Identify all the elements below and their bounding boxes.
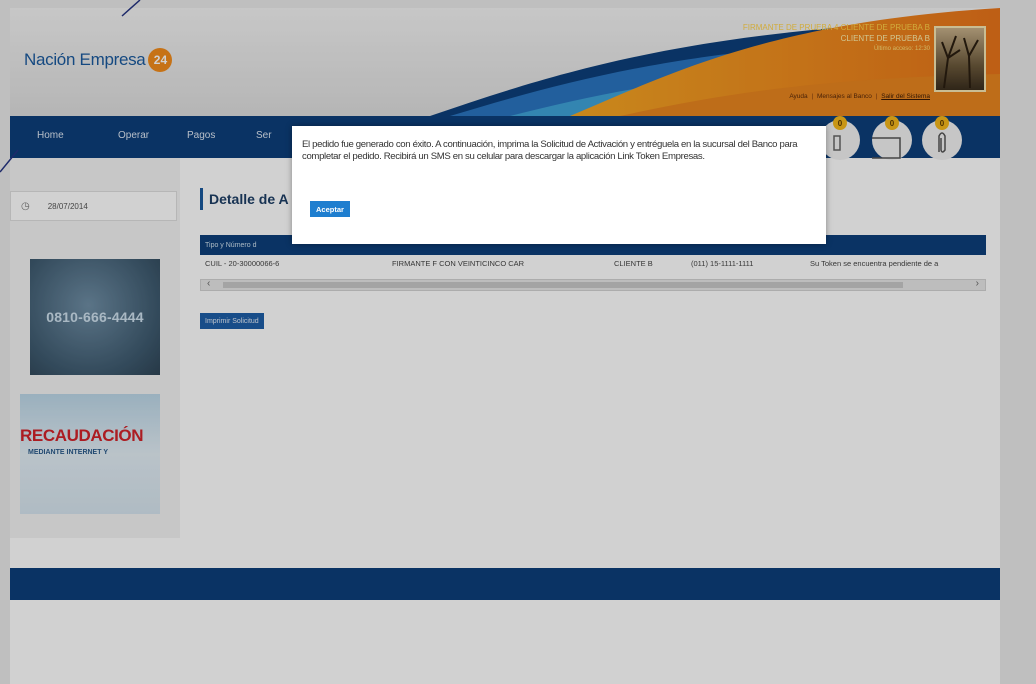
cursor-trail-decoration (0, 0, 141, 173)
dialog-message: El pedido fue generado con éxito. A cont… (302, 139, 798, 162)
success-dialog: El pedido fue generado con éxito. A cont… (292, 126, 826, 244)
accept-button[interactable]: Aceptar (310, 201, 350, 217)
